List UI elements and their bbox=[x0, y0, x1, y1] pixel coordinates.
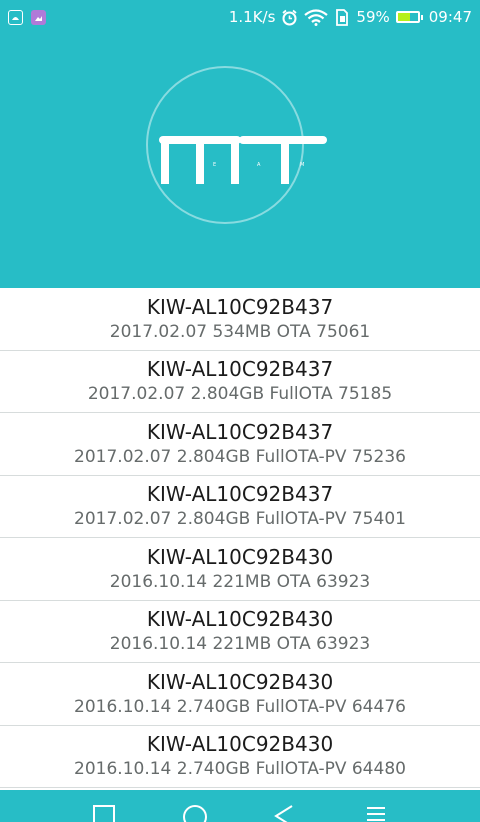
item-title: KIW-AL10C92B437 bbox=[146, 419, 334, 444]
status-right: 1.1K/s 59% 09:47 bbox=[229, 8, 472, 26]
list-item[interactable]: KIW-AL10C92B437 2017.02.07 2.804GB FullO… bbox=[0, 350, 480, 413]
item-subtitle: 2017.02.07 2.804GB FullOTA 75185 bbox=[87, 384, 393, 405]
item-subtitle: 2016.10.14 2.740GB FullOTA-PV 64480 bbox=[74, 759, 406, 780]
alarm-icon bbox=[282, 9, 297, 25]
item-subtitle: 2017.02.07 534MB OTA 75061 bbox=[109, 321, 371, 342]
battery-percent: 59% bbox=[356, 8, 390, 26]
gallery-icon bbox=[31, 9, 46, 25]
sim-icon bbox=[336, 8, 349, 26]
status-left-icons bbox=[8, 9, 46, 25]
list-item[interactable]: KIW-AL10C92B437 2017.02.07 2.804GB FullO… bbox=[0, 475, 480, 538]
logo-subtext-m: M bbox=[300, 162, 304, 168]
list-item[interactable]: KIW-AL10C92B437 2017.02.07 2.804GB FullO… bbox=[0, 413, 480, 476]
item-title: KIW-AL10C92B430 bbox=[146, 732, 334, 757]
home-icon[interactable] bbox=[182, 804, 208, 822]
logo-subtext-a: A bbox=[257, 162, 261, 168]
back-icon[interactable] bbox=[272, 804, 296, 822]
wifi-icon bbox=[304, 8, 329, 26]
item-subtitle: 2017.02.07 2.804GB FullOTA-PV 75401 bbox=[74, 509, 406, 530]
app-header: T E A M bbox=[0, 34, 480, 288]
mt-logo: T E A M bbox=[159, 136, 327, 184]
item-subtitle: 2016.10.14 221MB OTA 63923 bbox=[109, 634, 371, 655]
item-title: KIW-AL10C92B430 bbox=[146, 607, 334, 632]
list-item[interactable]: KIW-AL10C92B430 2016.10.14 221MB OTA 639… bbox=[0, 538, 480, 601]
firmware-list: KIW-AL10C92B437 2017.02.07 534MB OTA 750… bbox=[0, 288, 480, 788]
item-title: KIW-AL10C92B437 bbox=[146, 294, 334, 319]
item-subtitle: 2016.10.14 221MB OTA 63923 bbox=[109, 571, 371, 592]
list-item[interactable]: KIW-AL10C92B437 2017.02.07 534MB OTA 750… bbox=[0, 288, 480, 351]
battery-charging-icon bbox=[395, 11, 423, 23]
item-subtitle: 2016.10.14 2.740GB FullOTA-PV 64476 bbox=[74, 696, 406, 717]
item-title: KIW-AL10C92B430 bbox=[146, 544, 334, 569]
android-debug-icon bbox=[8, 9, 23, 25]
list-item[interactable]: KIW-AL10C92B430 2016.10.14 2.740GB FullO… bbox=[0, 663, 480, 726]
item-title: KIW-AL10C92B437 bbox=[146, 482, 334, 507]
list-item[interactable]: KIW-AL10C92B430 2016.10.14 2.740GB FullO… bbox=[0, 725, 480, 788]
navigation-bar bbox=[0, 790, 480, 822]
list-item[interactable]: KIW-AL10C92B430 2016.10.14 221MB OTA 639… bbox=[0, 600, 480, 663]
logo-subtext-e: E bbox=[213, 162, 216, 168]
network-speed: 1.1K/s bbox=[228, 8, 276, 26]
item-title: KIW-AL10C92B437 bbox=[146, 357, 334, 382]
menu-icon[interactable] bbox=[364, 804, 388, 822]
recents-icon[interactable] bbox=[92, 804, 116, 822]
status-bar: 1.1K/s 59% 09:47 bbox=[0, 0, 480, 34]
item-subtitle: 2017.02.07 2.804GB FullOTA-PV 75236 bbox=[74, 446, 406, 467]
item-title: KIW-AL10C92B430 bbox=[146, 669, 334, 694]
clock: 09:47 bbox=[428, 8, 472, 26]
